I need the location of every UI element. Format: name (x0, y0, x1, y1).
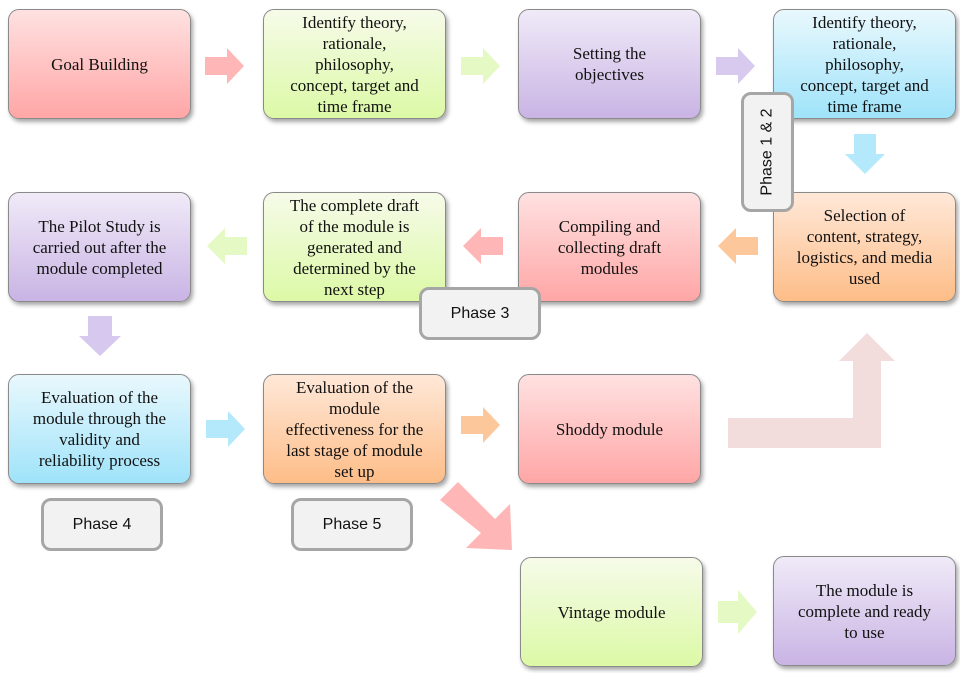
step-text: Evaluation of the (40, 388, 159, 407)
phase-label-1-2: Phase 1 & 2 (741, 92, 794, 212)
feedback-bent-arrow-icon (728, 333, 895, 448)
step-text: effectiveness for the (285, 419, 424, 439)
step-text: reliability process (38, 451, 161, 470)
arrow-right-icon (718, 590, 757, 634)
step-text: Shoddy module (555, 419, 664, 439)
step-text: set up (334, 461, 375, 481)
step-text: Vintage module (557, 602, 666, 622)
step-text: The module is (815, 580, 914, 600)
phase-text: Phase 5 (322, 515, 382, 533)
step-text: logistics, and media (796, 248, 933, 267)
step-text: module through the (32, 409, 167, 428)
phase-label-5: Phase 5 (291, 498, 413, 551)
step-text: objectives (575, 65, 644, 84)
step-evaluation-effectiveness: Evaluation of the module effectiveness f… (263, 374, 446, 484)
step-text: time frame (827, 96, 902, 116)
step-text: Goal Building (51, 54, 148, 74)
step-text: complete and ready (797, 601, 932, 621)
step-vintage-module: Vintage module (520, 557, 703, 667)
step-text: carried out after the (32, 237, 167, 257)
step-setting-objectives: Setting the objectives (518, 9, 701, 119)
step-text: next step (324, 279, 385, 299)
step-text: rationale, (832, 33, 897, 53)
step-text: modules (580, 258, 639, 278)
step-text: last stage of module (286, 440, 423, 460)
step-evaluation-validity: Evaluation of the module through the val… (8, 374, 191, 484)
step-text: philosophy, (825, 54, 904, 74)
phase-label-3: Phase 3 (419, 287, 541, 340)
step-text: Evaluation of the (295, 377, 414, 397)
arrow-right-icon (205, 48, 244, 84)
step-complete-draft: The complete draft of the module is gene… (263, 192, 446, 302)
step-module-complete: The module is complete and ready to use (773, 556, 956, 666)
step-text: The complete draft (289, 195, 420, 215)
step-compiling-drafts: Compiling and collecting draft modules (518, 192, 701, 302)
step-text: module completed (36, 258, 163, 278)
arrow-right-icon (461, 407, 500, 443)
step-text: concept, target and (290, 75, 419, 95)
arrow-down-icon (845, 134, 885, 174)
step-selection-of-content: Selection of content, strategy, logistic… (773, 192, 956, 302)
arrow-left-icon (718, 228, 758, 264)
step-text: to use (844, 622, 885, 642)
arrow-down-icon (79, 316, 121, 356)
arrow-right-icon (461, 48, 500, 84)
phase-text: Phase 3 (450, 304, 510, 322)
step-text: The Pilot Study is (38, 216, 161, 236)
step-text: of the module is (299, 216, 410, 236)
arrow-left-icon (207, 228, 247, 264)
step-text: determined by the (293, 258, 416, 278)
phase-label-4: Phase 4 (41, 498, 163, 551)
step-text: Compiling and (558, 216, 661, 236)
step-text: generated and (307, 237, 402, 257)
arrow-right-icon (206, 411, 245, 447)
phase-text: Phase 4 (72, 515, 132, 533)
step-text: Selection of (823, 206, 906, 225)
step-text: used (848, 269, 881, 288)
step-text: module (328, 398, 380, 418)
step-text: validity and (59, 430, 140, 449)
step-text: rationale, (322, 33, 387, 53)
step-identify-theory-2: Identify theory, rationale, philosophy, … (773, 9, 956, 119)
phase-text: Phase 1 & 2 (758, 108, 776, 196)
arrow-diagonal-icon (440, 482, 512, 550)
step-text: Setting the (572, 44, 647, 63)
step-identify-theory-1: Identify theory, rationale, philosophy, … (263, 9, 446, 119)
arrow-left-icon (463, 228, 503, 264)
step-text: Identify theory, (302, 12, 407, 32)
step-pilot-study: The Pilot Study is carried out after the… (8, 192, 191, 302)
arrow-right-icon (716, 48, 755, 84)
step-text: Identify theory, (812, 12, 917, 32)
step-text: time frame (317, 96, 392, 116)
step-text: philosophy, (315, 54, 394, 74)
step-text: content, strategy, (806, 227, 923, 246)
step-goal-building: Goal Building (8, 9, 191, 119)
step-shoddy-module: Shoddy module (518, 374, 701, 484)
step-text: collecting draft (557, 237, 662, 257)
step-text: concept, target and (800, 75, 929, 95)
